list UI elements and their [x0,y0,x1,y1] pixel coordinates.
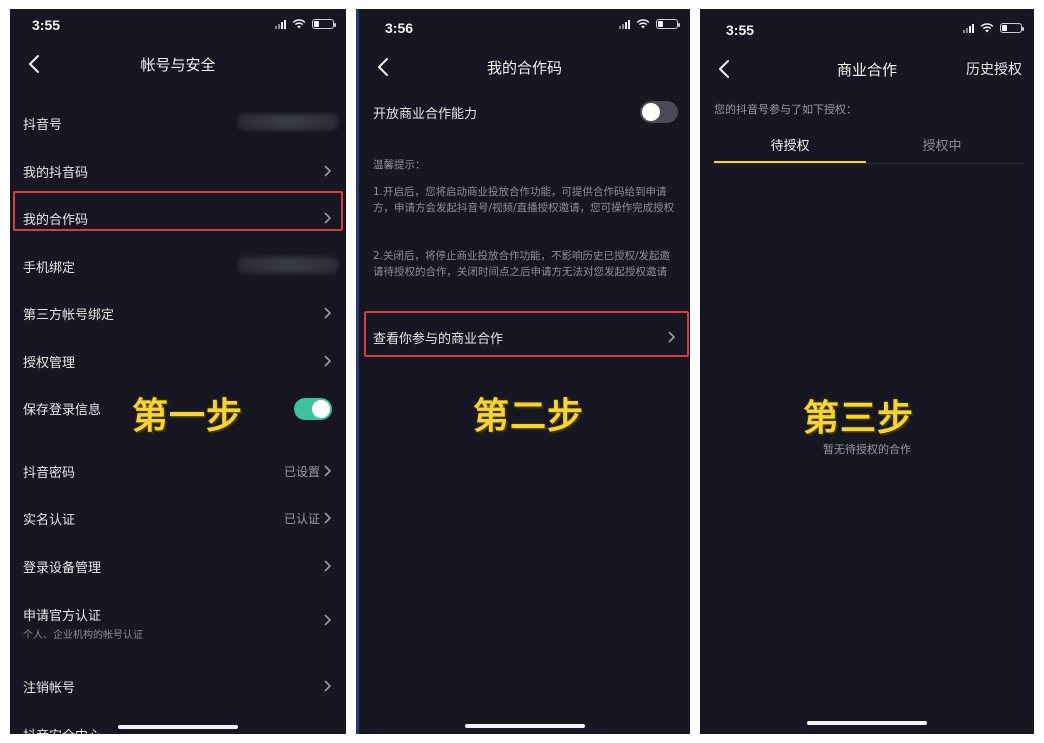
empty-state-text: 暂无待授权的合作 [823,443,911,456]
wifi-icon [636,19,650,29]
hint-paragraph-2: 2.关闭后，将停止商业投放合作功能，不影响历史已授权/发起邀请待授权的合作，关闭… [373,250,671,278]
row-label: 抖音安全中心 [23,725,101,734]
home-indicator [464,724,585,728]
battery-icon [1000,23,1024,33]
chevron-right-icon [324,165,332,177]
hint-title: 温馨提示： [373,159,426,171]
settings-row-douyin-id[interactable]: 抖音号 [10,100,346,147]
phone-screen-business-cooperation: 3:55 商业合作 历史授权 您的抖音号参与了如下授权： 待授权 授权中 第三步… [700,9,1034,734]
battery-icon [312,19,336,29]
settings-row-authorization[interactable]: 授权管理 [10,338,346,385]
signal-icon [963,23,974,33]
system-icons [275,19,336,29]
phone-screen-account-security: 3:55 帐号与安全 抖音号 我的抖音码 我的合作码 手机绑定 第三方帐号绑定 … [10,9,346,734]
active-tab-indicator [714,161,866,163]
tab-pending-authorization[interactable]: 待授权 [714,135,866,154]
row-label: 申请官方认证 [23,609,102,624]
save-login-toggle[interactable] [294,398,332,420]
settings-row-phone-binding[interactable]: 手机绑定 [10,243,346,290]
row-value: 已认证 [283,512,320,526]
row-label: 注销帐号 [23,681,76,696]
history-authorization-link[interactable]: 历史授权 [966,59,1022,79]
nav-bar: 我的合作码 [359,52,690,82]
status-time: 3:56 [385,20,414,36]
row-label: 授权管理 [23,356,76,371]
blurred-value [238,114,338,130]
chevron-right-icon [324,560,332,572]
row-label: 登录设备管理 [23,561,102,576]
wifi-icon [292,19,306,29]
battery-icon [656,19,680,29]
settings-row-password[interactable]: 抖音密码 已设置 [10,448,346,495]
home-indicator [118,725,238,729]
row-label: 我的抖音码 [23,166,89,181]
signal-icon [275,19,286,29]
page-title: 我的合作码 [486,59,562,77]
row-sublabel: 个人、企业机构的帐号认证 [23,630,143,641]
business-cooperation-toggle[interactable] [640,101,678,123]
settings-row-deactivate[interactable]: 注销帐号 [10,663,346,710]
row-label: 手机绑定 [23,261,76,276]
status-bar: 3:56 [359,9,690,45]
hint-paragraph-1: 1.开启后，您将启动商业投放合作功能，可提供合作码给到申请方，申请方会发起抖音号… [373,186,675,214]
status-bar: 3:55 [700,9,1034,45]
settings-row-security-center[interactable]: 抖音安全中心 [10,711,346,734]
row-label: 实名认证 [23,513,76,528]
intro-text: 您的抖音号参与了如下授权： [714,103,857,116]
highlight-box [364,311,689,357]
settings-row-third-party[interactable]: 第三方帐号绑定 [10,290,346,337]
row-value: 已设置 [283,465,320,479]
status-time: 3:55 [32,17,61,33]
system-icons [619,19,680,29]
settings-row-my-qrcode[interactable]: 我的抖音码 [10,148,346,195]
chevron-right-icon [324,307,332,319]
status-bar: 3:55 [10,9,346,45]
chevron-right-icon [324,465,332,477]
status-time: 3:55 [726,22,755,38]
row-label: 第三方帐号绑定 [23,308,115,323]
chevron-right-icon [324,680,332,692]
settings-row-real-name[interactable]: 实名认证 已认证 [10,495,346,542]
settings-row-devices[interactable]: 登录设备管理 [10,543,346,590]
blurred-value [238,257,338,273]
chevron-right-icon [324,512,332,524]
tab-authorizing[interactable]: 授权中 [866,135,1018,154]
nav-bar: 商业合作 历史授权 [700,54,1034,84]
system-icons [963,23,1024,33]
row-label: 抖音号 [23,118,63,133]
highlight-box [13,191,343,231]
row-label: 保存登录信息 [23,403,102,418]
settings-row-official-verification[interactable]: 申请官方认证 个人、企业机构的帐号认证 [10,591,346,649]
nav-bar: 帐号与安全 [10,49,346,79]
step-label: 第三步 [803,398,915,439]
step-label: 第二步 [473,396,585,437]
wifi-icon [980,23,994,33]
row-label: 抖音密码 [23,466,76,481]
signal-icon [619,19,630,29]
business-cooperation-label: 开放商业合作能力 [373,107,478,122]
page-title: 帐号与安全 [140,56,216,74]
chevron-right-icon [324,614,332,626]
chevron-right-icon [324,355,332,367]
tab-divider [714,163,1024,164]
step-label: 第一步 [132,396,244,437]
phone-screen-cooperation-code: 3:56 我的合作码 开放商业合作能力 温馨提示： 1.开启后，您将启动商业投放… [356,9,690,734]
home-indicator [807,721,927,725]
